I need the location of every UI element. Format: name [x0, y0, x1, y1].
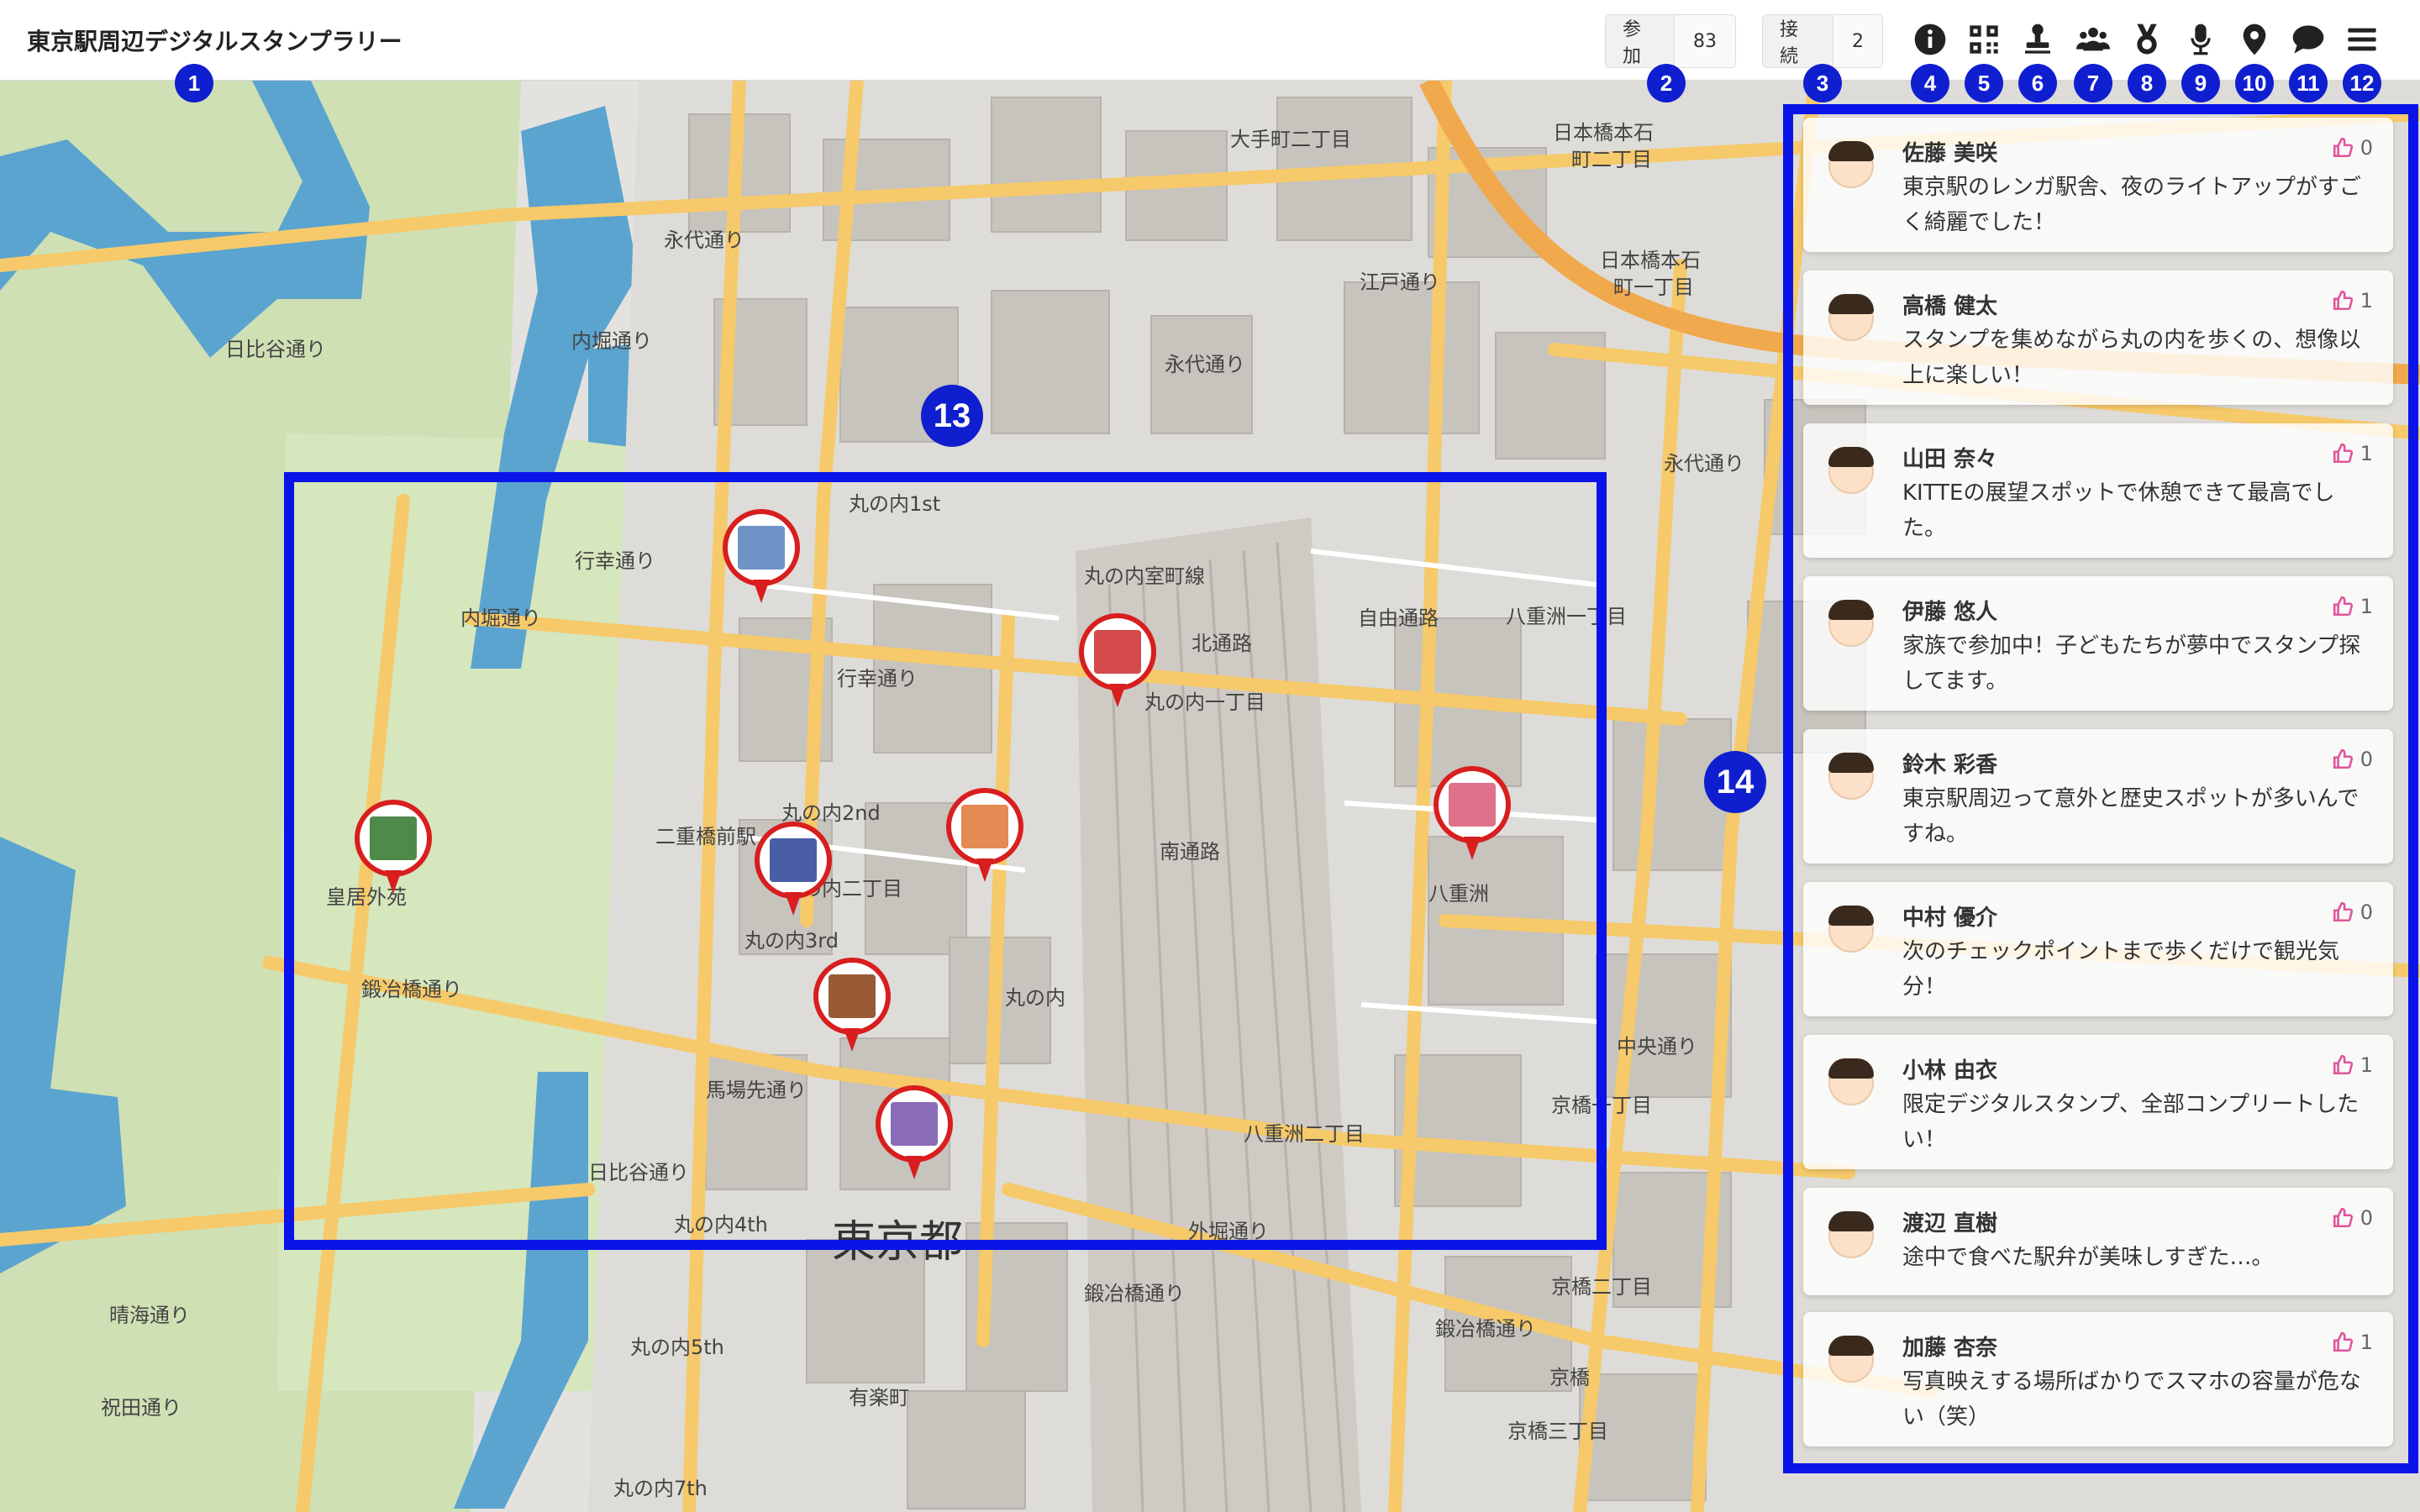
map-label: 京橋三丁目	[1507, 1420, 1608, 1443]
map-label: 鍛冶橋通り	[1084, 1282, 1185, 1305]
map-label: 町二丁目	[1571, 148, 1652, 171]
map-label: 江戸通り	[1360, 270, 1440, 294]
microphone-icon[interactable]	[2181, 20, 2220, 59]
annotation-badge: 9	[2181, 64, 2220, 102]
users-icon[interactable]	[2074, 20, 2112, 59]
annotation-badge: 4	[1911, 64, 1949, 102]
map-label: 大手町二丁目	[1230, 128, 1351, 151]
medal-icon[interactable]	[2128, 20, 2166, 59]
menu-icon[interactable]	[2343, 20, 2381, 59]
map-area-highlight	[284, 472, 1607, 1250]
annotation-badge: 13	[921, 385, 983, 447]
map-label: 日本橋本石	[1600, 249, 1701, 272]
annotation-badge: 12	[2343, 64, 2381, 102]
annotation-badge: 1	[175, 64, 213, 102]
map-label: 永代通り	[1165, 353, 1245, 376]
top-bar: 東京駅周辺デジタルスタンプラリー 参加 83 接続 2	[0, 0, 2420, 81]
annotation-badge: 2	[1647, 64, 1686, 102]
map-label: 町一丁目	[1613, 276, 1694, 299]
annotation-badge: 8	[2128, 64, 2166, 102]
connections-counter: 接続 2	[1762, 14, 1883, 68]
participants-value: 83	[1693, 30, 1717, 52]
map-pin-icon[interactable]	[2235, 20, 2274, 59]
participants-label: 参加	[1606, 15, 1675, 67]
map-label: 丸の内7th	[613, 1477, 708, 1500]
annotation-badge: 3	[1803, 64, 1842, 102]
connections-value: 2	[1852, 30, 1864, 52]
map-label: 有楽町	[849, 1386, 909, 1410]
annotation-badge: 7	[2074, 64, 2112, 102]
qr-code-icon[interactable]	[1965, 20, 2003, 59]
stamp-icon[interactable]	[2018, 20, 2057, 59]
annotation-badge: 11	[2289, 64, 2328, 102]
map-label: 永代通り	[1664, 452, 1744, 475]
map-label: 内堀通り	[571, 329, 652, 353]
map-label: 永代通り	[664, 228, 744, 252]
map-label: 晴海通り	[109, 1304, 190, 1327]
annotation-badge: 14	[1704, 751, 1766, 813]
info-icon[interactable]	[1911, 20, 1949, 59]
map-label: 祝田通り	[101, 1396, 182, 1420]
app-title: 東京駅周辺デジタルスタンプラリー	[27, 28, 402, 55]
annotation-badge: 6	[2018, 64, 2057, 102]
annotation-badge: 5	[1965, 64, 2003, 102]
connections-label: 接続	[1763, 15, 1833, 67]
annotation-badge: 10	[2235, 64, 2274, 102]
comment-panel-highlight	[1783, 104, 2418, 1473]
map-label: 日本橋本石	[1553, 121, 1654, 144]
map-label: 京橋	[1549, 1366, 1590, 1389]
participants-counter: 参加 83	[1605, 14, 1736, 68]
map-label: 中央通り	[1617, 1035, 1697, 1058]
map-label: 京橋二丁目	[1551, 1275, 1652, 1299]
map-label: 丸の内5th	[630, 1336, 724, 1359]
chat-bubble-icon[interactable]	[2289, 20, 2328, 59]
map-label: 鍛冶橋通り	[1435, 1317, 1536, 1341]
map-label: 日比谷通り	[225, 338, 326, 361]
